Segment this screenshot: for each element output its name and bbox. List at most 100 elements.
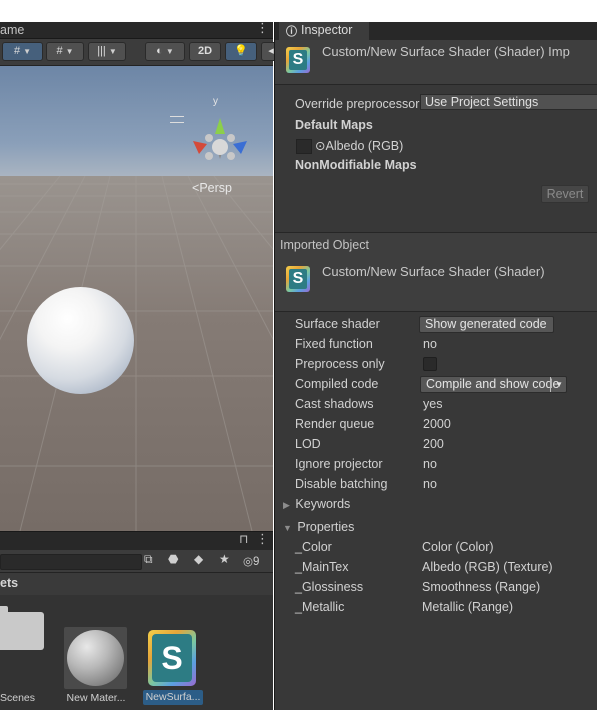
chevron-down-icon: ▼: [283, 523, 292, 533]
row-label: Disable batching: [295, 477, 388, 491]
asset-item-shader[interactable]: S NewSurfa...: [140, 595, 206, 710]
properties-label: Properties: [297, 520, 355, 534]
row-label: Cast shadows: [295, 397, 374, 411]
eye-slash-icon: ◎: [243, 556, 254, 568]
row-label: Ignore projector: [295, 457, 383, 471]
shading-sphere-icon: ◐: [156, 45, 163, 57]
scene-toolbar: # ▼ # ▼ ||| ▼ ◐ ▼ 2D 💡 ◂: [0, 39, 281, 66]
importer-title: Custom/New Surface Shader (Shader) Imp: [322, 44, 570, 59]
draw-mode-dropdown[interactable]: ◐ ▼: [145, 42, 185, 61]
asset-item-folder[interactable]: Scenes: [0, 595, 60, 710]
lighting-toggle[interactable]: 💡: [225, 42, 257, 61]
lock-icon[interactable]: ⊓: [239, 532, 248, 546]
row-value: no: [423, 337, 437, 351]
project-tab-bar: ⊓ ⋮: [0, 531, 273, 550]
chevron-down-icon[interactable]: ▼: [550, 377, 563, 392]
shader-object-header: S Custom/New Surface Shader (Shader): [275, 257, 597, 311]
property-name: _Metallic: [295, 600, 345, 614]
chevron-right-icon: ▶: [283, 500, 290, 510]
row-label: Surface shader: [295, 317, 380, 331]
imported-object-header: Imported Object: [275, 232, 597, 257]
show-generated-code-button[interactable]: Show generated code: [419, 316, 554, 333]
view-options-handle[interactable]: [170, 116, 184, 123]
row-value: no: [423, 457, 437, 471]
shader-file-icon: S: [286, 266, 310, 292]
increment-snap-toggle[interactable]: # ▼: [46, 42, 84, 61]
filter-by-type-icon[interactable]: ⬣: [168, 552, 178, 566]
scene-tab-menu-icon[interactable]: ⋮: [256, 20, 269, 36]
row-label: Render queue: [295, 417, 375, 431]
revert-button[interactable]: Revert: [541, 185, 589, 203]
info-icon: ⓘ: [286, 26, 297, 38]
toggle-2d-button[interactable]: 2D: [189, 42, 221, 61]
properties-foldout[interactable]: ▼ Properties: [283, 520, 583, 538]
row-label: Preprocess only: [295, 357, 385, 371]
row-label: Compiled code: [295, 377, 379, 391]
align-tools-toggle[interactable]: ||| ▼: [88, 42, 126, 61]
project-menu-icon[interactable]: ⋮: [256, 531, 269, 547]
scene-tab-label[interactable]: ame: [0, 23, 24, 37]
albedo-texture-slot[interactable]: [296, 139, 312, 154]
inspector-panel: ⓘ Inspector S Custom/New Surface Shader …: [274, 22, 597, 710]
row-value: no: [423, 477, 437, 491]
nonmodifiable-maps-title: NonModifiable Maps: [295, 158, 417, 172]
asset-label-selected: NewSurfa...: [143, 690, 203, 705]
project-toolbar: ⧉ ⬣ ◆ ★ ◎9: [0, 550, 273, 573]
asset-label: New Mater...: [66, 692, 126, 704]
albedo-map-label: ⊙Albedo (RGB): [315, 139, 404, 153]
projection-toggle[interactable]: <Persp: [192, 181, 232, 195]
keywords-foldout[interactable]: ▶ Keywords: [283, 497, 583, 515]
row-value: 2000: [423, 417, 451, 431]
row-value: 200: [423, 437, 444, 451]
shader-file-icon: S: [148, 630, 196, 686]
shader-file-icon: S: [286, 47, 310, 73]
override-preprocessor-dropdown[interactable]: Use Project Settings: [420, 94, 597, 110]
override-preprocessor-label: Override preprocessor: [295, 97, 420, 111]
search-by-type-icon[interactable]: ⧉: [144, 552, 153, 567]
object-picker-icon[interactable]: ⊙: [315, 139, 325, 153]
chevron-down-icon: ▼: [108, 47, 117, 56]
preprocess-only-checkbox[interactable]: [423, 357, 437, 371]
compile-button-label: Compile and show code: [426, 377, 560, 391]
asset-label: Scenes: [0, 692, 36, 704]
divider: [275, 84, 597, 85]
folder-icon-body: [0, 612, 44, 650]
scene-viewport[interactable]: y <Persp: [0, 66, 273, 531]
divider: [275, 311, 597, 312]
orientation-gizmo[interactable]: [185, 114, 255, 184]
row-value: yes: [423, 397, 443, 411]
favorites-star-icon[interactable]: ★: [219, 552, 230, 566]
row-label: LOD: [295, 437, 321, 451]
assets-title[interactable]: ets: [0, 576, 18, 590]
asset-item-material[interactable]: New Mater...: [60, 595, 135, 710]
filter-by-label-icon[interactable]: ◆: [194, 552, 203, 566]
property-value: Metallic (Range): [422, 600, 514, 614]
property-value: Albedo (RGB) (Texture): [422, 560, 553, 574]
grid-snap-toggle[interactable]: # ▼: [2, 42, 43, 61]
assets-breadcrumb: ets: [0, 573, 273, 595]
chevron-down-icon: ▼: [65, 47, 74, 56]
tab-inspector[interactable]: ⓘ Inspector: [279, 22, 369, 40]
row-label: Fixed function: [295, 337, 373, 351]
property-name: _Color: [295, 540, 332, 554]
lightbulb-icon: 💡: [234, 45, 248, 57]
inspector-tab-label: Inspector: [301, 23, 353, 37]
compile-and-show-code-button[interactable]: Compile and show code ▼: [420, 376, 567, 393]
align-icon: |||: [97, 45, 106, 57]
gizmo-y-label: y: [213, 96, 218, 107]
scene-tab-bar: ame ⋮: [0, 20, 273, 39]
audio-icon: ◂: [268, 45, 274, 57]
importer-header: S Custom/New Surface Shader (Shader) Imp: [275, 40, 597, 84]
imported-object-title: Imported Object: [280, 238, 369, 252]
hidden-packages-toggle[interactable]: ◎9: [243, 554, 259, 568]
persp-label: Persp: [199, 181, 232, 195]
shader-title: Custom/New Surface Shader (Shader): [322, 264, 545, 279]
chevron-down-icon: ▼: [23, 47, 32, 56]
hidden-count: 9: [253, 556, 260, 568]
default-maps-title: Default Maps: [295, 118, 373, 132]
increment-snap-icon: #: [56, 45, 63, 57]
scene-sphere-object[interactable]: [27, 287, 134, 394]
property-name: _Glossiness: [295, 580, 364, 594]
assets-grid: Scenes New Mater... S NewSurfa...: [0, 595, 273, 710]
project-search-input[interactable]: [0, 554, 142, 570]
